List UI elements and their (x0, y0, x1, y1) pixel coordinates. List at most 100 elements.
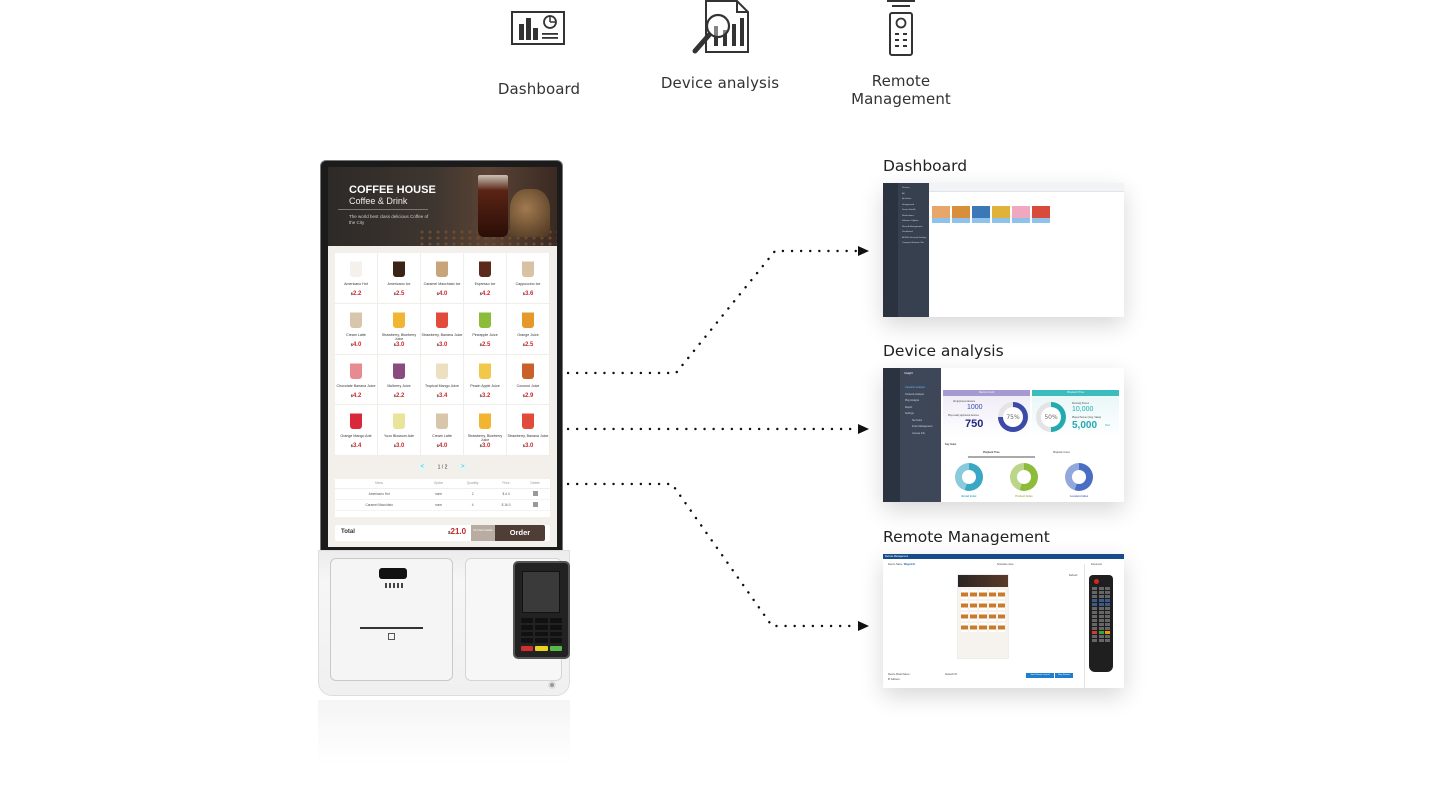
remote-key[interactable] (1105, 619, 1110, 622)
remote-key[interactable] (1105, 639, 1110, 642)
remote-key[interactable] (1105, 631, 1110, 634)
device-count-header: Device Count (943, 390, 1030, 396)
dashboard-sidebar-item[interactable]: All (902, 193, 904, 195)
remote-key[interactable] (1098, 607, 1104, 610)
refresh-label[interactable]: Refresh (1069, 574, 1077, 577)
running-screen-label: Running Screen (1072, 402, 1090, 405)
document-label[interactable]: Document (1091, 563, 1102, 566)
remote-key[interactable] (1092, 627, 1097, 630)
device-count-percent: 75% (1003, 407, 1023, 427)
remote-key[interactable] (1098, 611, 1104, 614)
device-name-label: Device Name : (888, 563, 904, 566)
index-label: Brand Index (961, 495, 977, 498)
remote-key[interactable] (1098, 635, 1104, 638)
remote-key[interactable] (1105, 587, 1110, 590)
dashboard-sidebar-item[interactable]: Device Health (902, 209, 916, 211)
dashboard-sidebar-item[interactable]: Dashboard (902, 231, 913, 233)
insight-menu-item[interactable]: Contents Analysis (905, 393, 924, 396)
dashboard-sidebar-item[interactable]: By Status (902, 198, 911, 200)
remote-key[interactable] (1105, 607, 1110, 610)
arrow-to-remote-management (566, 482, 860, 628)
remote-key[interactable] (1092, 619, 1097, 622)
insight-menu-item[interactable]: Index Management (912, 425, 932, 428)
remote-key[interactable] (1092, 599, 1097, 602)
remote-key[interactable] (1105, 591, 1110, 594)
insight-menu-item[interactable]: Operation analysis (905, 386, 925, 389)
insight-app-name: Insight (904, 371, 913, 375)
remote-keypad[interactable] (1092, 587, 1110, 642)
dashboard-sidebar-item[interactable]: Software Update (902, 220, 918, 222)
start-remote-control-button[interactable]: Start Remote Control (1026, 673, 1054, 678)
remote-key[interactable] (1092, 607, 1097, 610)
insight-menu-item[interactable]: Report (905, 406, 912, 409)
index-label: Product Index (1015, 495, 1033, 498)
remote-key[interactable] (1098, 595, 1104, 598)
dashboard-section: Dashboard Devices All By Status Unapproved D… (883, 157, 1133, 317)
remote-key[interactable] (1105, 595, 1110, 598)
remote-key[interactable] (1092, 603, 1097, 606)
index-donut (1010, 463, 1038, 491)
remote-key[interactable] (1098, 591, 1104, 594)
content-thumbnail[interactable] (932, 206, 950, 223)
remote-key[interactable] (1105, 615, 1110, 618)
remote-key[interactable] (1098, 615, 1104, 618)
remote-key[interactable] (1098, 603, 1104, 606)
remote-key[interactable] (1098, 587, 1104, 590)
remote-key[interactable] (1098, 623, 1104, 626)
virtual-remote-control[interactable] (1089, 575, 1113, 672)
remote-key[interactable] (1105, 635, 1110, 638)
insight-menu-item[interactable]: Play Analysis (905, 399, 919, 402)
remote-key[interactable] (1092, 635, 1097, 638)
playback-time-header: Playback Time (1032, 390, 1119, 396)
index-label: Location Index (1069, 495, 1089, 498)
remote-management-screenshot[interactable]: Remote Management Device Name : Magicinf… (883, 554, 1124, 688)
play-ready-value: 750 (965, 418, 984, 430)
device-count-card: Device Count All approved devices 1000 P… (943, 390, 1030, 438)
dashboard-sidebar-item[interactable]: Compare Network Tab (902, 242, 924, 244)
insight-sidebar: Insight Operation analysis Contents Analy… (900, 368, 941, 502)
remote-management-bar: Remote Management (883, 554, 1124, 559)
insight-menu-item[interactable]: License Info (912, 432, 925, 435)
remote-key[interactable] (1105, 603, 1110, 606)
remote-key[interactable] (1105, 627, 1110, 630)
remote-key[interactable] (1092, 611, 1097, 614)
remote-key[interactable] (1098, 627, 1104, 630)
device-analysis-screenshot[interactable]: Insight Operation analysis Contents Analy… (883, 368, 1124, 502)
content-thumbnail[interactable] (1012, 206, 1030, 223)
content-thumbnail[interactable] (992, 206, 1010, 223)
remote-key[interactable] (1092, 615, 1097, 618)
dashboard-sidebar-item[interactable]: All With Security Settings (902, 237, 926, 239)
active-tab-indicator (968, 456, 1035, 458)
remote-key[interactable] (1098, 639, 1104, 642)
playback-time-card: Playback Time 50% Running Screen 10,000 … (1032, 390, 1119, 438)
dashboard-sidebar-item[interactable]: Notifications (902, 215, 914, 217)
content-thumbnail[interactable] (972, 206, 990, 223)
dashboard-sidebar-item[interactable]: Unapproved (902, 204, 914, 206)
insight-menu-item[interactable]: Settings (905, 412, 914, 415)
remote-key[interactable] (1092, 591, 1097, 594)
played-screen-value: 5,000 (1072, 420, 1098, 431)
remote-key[interactable] (1105, 623, 1110, 626)
insight-menu-item[interactable]: Set Index (912, 419, 922, 422)
remote-key[interactable] (1092, 595, 1097, 598)
dashboard-sidebar-item[interactable]: Devices (902, 187, 910, 189)
content-thumbnail[interactable] (952, 206, 970, 223)
remote-key[interactable] (1092, 631, 1097, 634)
remote-key[interactable] (1092, 623, 1097, 626)
remote-key[interactable] (1092, 587, 1097, 590)
tab-playback-count[interactable]: Playback Count (1053, 451, 1070, 454)
power-button-icon[interactable] (1094, 579, 1099, 584)
key-index-label: Key Index (945, 443, 957, 446)
tab-playback-time[interactable]: Playback Time (983, 451, 1000, 454)
content-thumbnail[interactable] (1032, 206, 1050, 223)
dashboard-sidebar-item[interactable]: Shared Management (902, 226, 922, 228)
remote-key[interactable] (1098, 631, 1104, 634)
remote-key[interactable] (1098, 599, 1104, 602)
remote-key[interactable] (1098, 619, 1104, 622)
remote-key[interactable] (1105, 611, 1110, 614)
stop-remote-control-button[interactable]: Stop Remote Control (1055, 673, 1073, 681)
remote-key[interactable] (1092, 639, 1097, 642)
dashboard-screenshot[interactable]: Devices All By Status Unapproved Device Heal… (883, 183, 1124, 317)
playback-time-donut: 50% (1036, 402, 1066, 432)
remote-key[interactable] (1105, 599, 1110, 602)
